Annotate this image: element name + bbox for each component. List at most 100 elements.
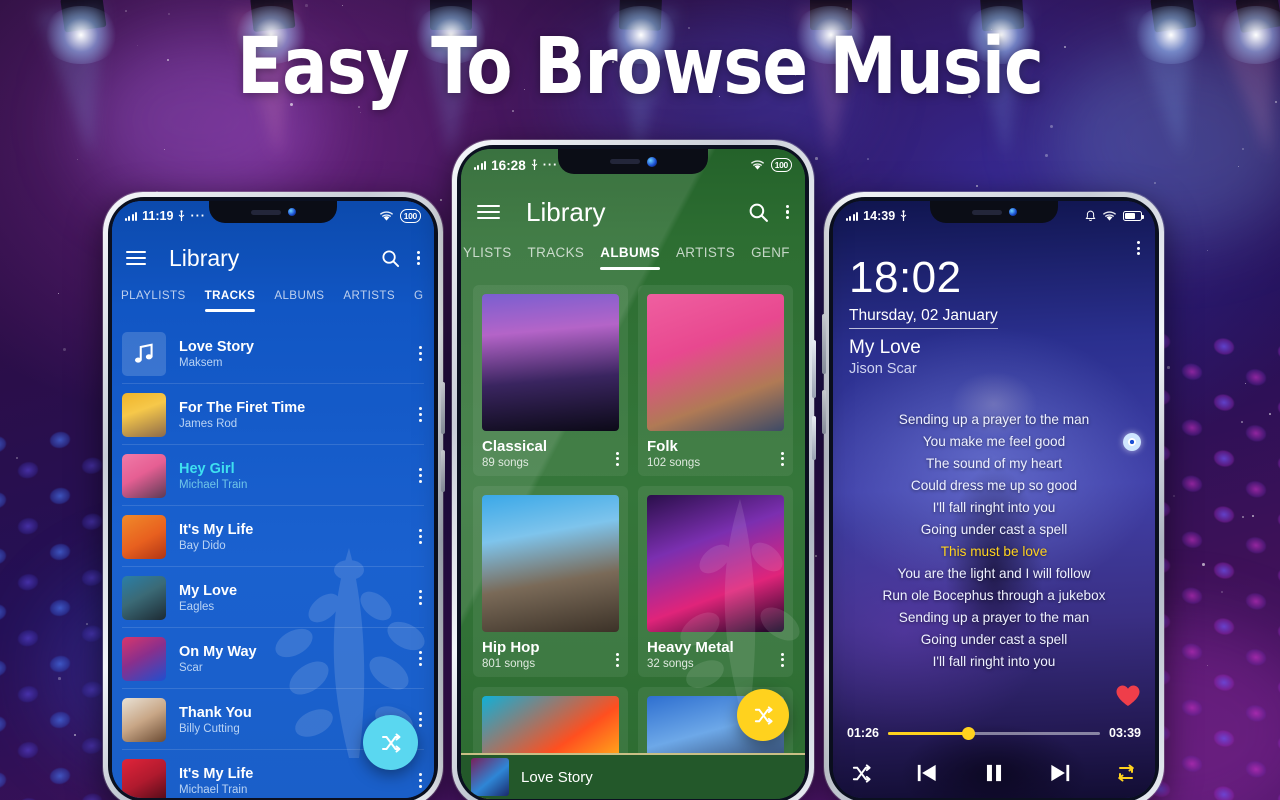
- album-card[interactable]: Folk 102 songs: [638, 285, 793, 476]
- tab-albums[interactable]: ALBUMS: [274, 289, 324, 302]
- album-card[interactable]: Classical 89 songs: [473, 285, 628, 476]
- more-vertical-icon[interactable]: [1137, 241, 1140, 255]
- track-artist: James Rod: [179, 418, 305, 430]
- search-icon[interactable]: [381, 249, 400, 268]
- track-overflow-icon[interactable]: [419, 468, 422, 482]
- track-row[interactable]: On My Way Scar: [112, 628, 434, 689]
- hamburger-menu-icon[interactable]: [477, 205, 500, 220]
- lockscreen-info: 18:02 Thursday, 02 January My Love Jison…: [849, 255, 998, 377]
- skip-previous-icon[interactable]: [914, 760, 940, 786]
- track-overflow-icon[interactable]: [419, 590, 422, 604]
- phone-left-tracks: 11:19 ··· 100 Library PLAYLISTS TRACKS A…: [103, 192, 443, 800]
- sparkle: [63, 348, 66, 351]
- track-artwork: [122, 698, 166, 742]
- music-note-icon: [131, 341, 157, 367]
- album-artwork: [647, 495, 784, 632]
- status-time: 16:28: [491, 158, 526, 173]
- album-card[interactable]: Hip Hop 801 songs: [473, 486, 628, 677]
- clock: 18:02: [849, 255, 998, 301]
- sparkle: [815, 157, 818, 160]
- tab-genf[interactable]: GENF: [751, 245, 790, 260]
- power-button[interactable]: [822, 390, 826, 434]
- tab-ylists[interactable]: YLISTS: [463, 245, 512, 260]
- track-row[interactable]: For The Firet Time James Rod: [112, 384, 434, 445]
- wifi-icon: [750, 160, 765, 171]
- usb-icon: [900, 210, 907, 222]
- album-overflow-icon[interactable]: [781, 653, 784, 667]
- album-card[interactable]: Heavy Metal 32 songs: [638, 486, 793, 677]
- track-row[interactable]: Love Story Maksem: [112, 323, 434, 384]
- shuffle-fab-button[interactable]: [363, 715, 418, 770]
- tab-albums[interactable]: ALBUMS: [600, 245, 660, 260]
- ellipsis-icon: ···: [190, 209, 206, 223]
- volume-button[interactable]: [441, 382, 445, 434]
- power-button[interactable]: [441, 450, 445, 492]
- front-camera: [1009, 208, 1017, 216]
- sparkle: [1241, 421, 1243, 423]
- sparkle: [360, 112, 361, 113]
- heart-filled-icon[interactable]: [1115, 684, 1141, 708]
- bell-icon: [1085, 210, 1096, 222]
- tab-artists[interactable]: ARTISTS: [343, 289, 395, 302]
- cd-disc-icon[interactable]: [1123, 433, 1141, 451]
- tab-playlists[interactable]: PLAYLISTS: [121, 289, 186, 302]
- shuffle-fab-button[interactable]: [737, 689, 789, 741]
- phone-notch: [558, 149, 708, 174]
- track-overflow-icon[interactable]: [419, 773, 422, 787]
- lyric-line: You are the light and I will follow: [833, 563, 1155, 585]
- track-overflow-icon[interactable]: [419, 529, 422, 543]
- album-overflow-icon[interactable]: [781, 452, 784, 466]
- mini-player[interactable]: Love Story: [461, 753, 805, 799]
- app-bar: Library: [112, 237, 434, 279]
- hamburger-menu-icon[interactable]: [126, 251, 146, 266]
- album-overflow-icon[interactable]: [616, 653, 619, 667]
- total-duration: 03:39: [1109, 726, 1141, 740]
- track-title: It's My Life: [179, 766, 253, 782]
- lyric-line: Sending up a prayer to the man: [833, 409, 1155, 431]
- seek-bar-row[interactable]: 01:26 03:39: [833, 726, 1155, 740]
- now-playing-artist: Jison Scar: [849, 361, 998, 377]
- sparkle: [1242, 148, 1244, 150]
- more-vertical-icon[interactable]: [786, 205, 789, 219]
- sparkle: [125, 10, 127, 12]
- sparkle: [58, 677, 61, 680]
- lyrics-panel[interactable]: Sending up a prayer to the man You make m…: [833, 409, 1155, 673]
- shuffle-icon[interactable]: [850, 762, 873, 785]
- lyric-line: Sending up a prayer to the man: [833, 607, 1155, 629]
- track-overflow-icon[interactable]: [419, 651, 422, 665]
- player-controls[interactable]: [833, 760, 1155, 786]
- volume-button[interactable]: [822, 314, 826, 374]
- pause-icon[interactable]: [981, 760, 1007, 786]
- track-artist: Bay Dido: [179, 540, 253, 552]
- search-icon[interactable]: [748, 202, 769, 223]
- volume-button[interactable]: [812, 340, 816, 398]
- track-row[interactable]: My Love Eagles: [112, 567, 434, 628]
- track-meta: It's My Life Bay Dido: [179, 522, 253, 552]
- more-vertical-icon[interactable]: [417, 251, 420, 265]
- tab-g[interactable]: G: [414, 289, 423, 302]
- shuffle-icon: [752, 704, 775, 727]
- repeat-icon[interactable]: [1114, 761, 1138, 785]
- lyric-line: I'll fall ringht into you: [833, 497, 1155, 519]
- seek-knob[interactable]: [962, 727, 975, 740]
- skip-next-icon[interactable]: [1047, 760, 1073, 786]
- lyric-line: You make me feel good: [833, 431, 1155, 453]
- power-button[interactable]: [812, 416, 816, 460]
- sparkle: [1207, 665, 1208, 666]
- tab-artists[interactable]: ARTISTS: [676, 245, 735, 260]
- tab-tracks[interactable]: TRACKS: [205, 289, 256, 302]
- album-overflow-icon[interactable]: [616, 452, 619, 466]
- earpiece-speaker: [610, 159, 640, 164]
- track-overflow-icon[interactable]: [419, 346, 422, 360]
- tab-tracks[interactable]: TRACKS: [528, 245, 585, 260]
- track-row[interactable]: It's My Life Bay Dido: [112, 506, 434, 567]
- track-overflow-icon[interactable]: [419, 712, 422, 726]
- track-overflow-icon[interactable]: [419, 407, 422, 421]
- seek-slider[interactable]: [888, 732, 1100, 735]
- page-title: Easy To Browse Music: [26, 23, 1255, 111]
- track-row[interactable]: Hey Girl Michael Train: [112, 445, 434, 506]
- sparkle: [1221, 591, 1223, 593]
- track-title: Hey Girl: [179, 461, 247, 477]
- album-name: Folk: [647, 438, 700, 455]
- phone-right-now-playing: 14:39 18:02 Thursday, 02 January My Love…: [824, 192, 1164, 800]
